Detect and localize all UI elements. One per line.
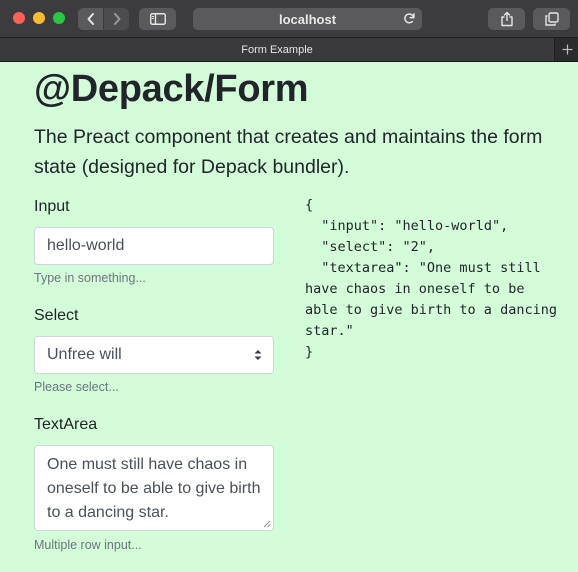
- select-label: Select: [34, 307, 79, 324]
- textarea-field[interactable]: One must still have chaos in oneself to …: [34, 445, 274, 531]
- minimize-window-button[interactable]: [33, 12, 45, 24]
- sidebar-icon: [149, 13, 166, 25]
- select-dropdown[interactable]: Unfree will: [34, 336, 274, 374]
- page-content: @Depack/Form The Preact component that c…: [0, 62, 578, 572]
- form-state-json: { "input": "hello-world", "select": "2",…: [305, 197, 557, 360]
- new-tab-button[interactable]: [556, 38, 578, 61]
- tabs-overview-icon: [544, 12, 559, 26]
- address-bar[interactable]: localhost: [193, 8, 422, 30]
- reload-icon: [404, 13, 415, 24]
- tab-form-example[interactable]: Form Example: [0, 38, 555, 61]
- zoom-window-button[interactable]: [53, 12, 65, 24]
- chevron-left-icon: [87, 13, 94, 25]
- reload-button[interactable]: [403, 12, 416, 28]
- close-window-button[interactable]: [13, 12, 25, 24]
- text-input[interactable]: hello-world: [34, 227, 274, 265]
- back-button[interactable]: [78, 8, 103, 30]
- textarea-help: Multiple row input...: [34, 538, 142, 552]
- tab-bar: Form Example: [0, 38, 578, 62]
- forward-button[interactable]: [104, 8, 129, 30]
- share-icon: [500, 11, 513, 27]
- tab-overview-button[interactable]: [533, 8, 570, 30]
- select-value: Unfree will: [47, 346, 122, 363]
- tab-title: Form Example: [241, 43, 313, 56]
- address-url: localhost: [278, 11, 337, 27]
- sidebar-toggle-button[interactable]: [139, 8, 176, 30]
- share-button[interactable]: [488, 8, 525, 30]
- resize-handle-icon[interactable]: [263, 520, 271, 528]
- input-label: Input: [34, 198, 70, 215]
- browser-toolbar: localhost: [0, 0, 578, 38]
- textarea-label: TextArea: [34, 416, 98, 433]
- up-down-caret-icon: [254, 350, 262, 360]
- textarea-value: One must still have chaos in oneself to …: [47, 456, 261, 521]
- page-title: @Depack/Form: [34, 68, 309, 110]
- input-help: Type in something...: [34, 271, 146, 285]
- page-lead: The Preact component that creates and ma…: [34, 126, 543, 178]
- plus-icon: [562, 44, 572, 55]
- select-help: Please select...: [34, 380, 119, 394]
- chevron-right-icon: [113, 13, 120, 25]
